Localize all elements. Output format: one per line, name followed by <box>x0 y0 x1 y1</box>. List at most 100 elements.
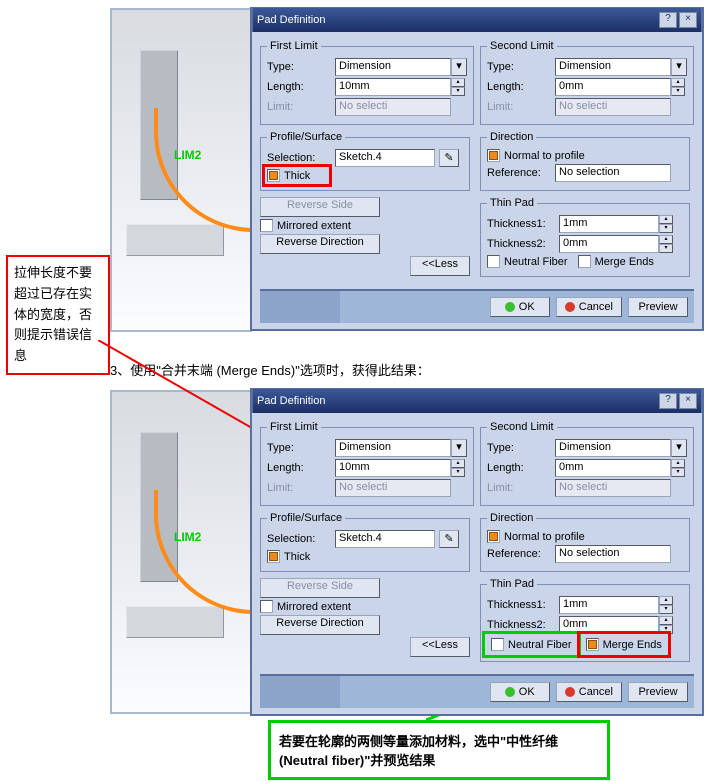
caption-3: 3、使用"合并末端 (Merge Ends)"选项时，获得此结果： <box>110 360 430 379</box>
less-button[interactable]: <<Less <box>410 637 470 657</box>
dialog-footer: OK Cancel Preview <box>260 674 694 708</box>
spin-down-icon[interactable]: ▾ <box>659 244 673 253</box>
thin-pad-group: Thin Pad Thickness1: 1mm▴▾ Thickness2: 0… <box>480 578 690 662</box>
spin-down-icon[interactable]: ▾ <box>659 224 673 233</box>
thick-checkbox[interactable] <box>267 550 280 563</box>
length-field[interactable]: 0mm <box>555 459 671 477</box>
spin-down-icon[interactable]: ▾ <box>451 87 465 96</box>
direction-legend: Direction <box>487 512 536 524</box>
spin-down-icon[interactable]: ▾ <box>671 468 685 477</box>
dialog-footer: OK Cancel Preview <box>260 289 694 323</box>
preview-button[interactable]: Preview <box>628 682 688 702</box>
selection-label: Selection: <box>267 152 335 164</box>
thick-label: Thick <box>284 551 310 563</box>
neutral-fiber-checkbox[interactable] <box>487 255 500 268</box>
type-combo[interactable]: Dimension <box>335 58 451 76</box>
thick-checkbox[interactable] <box>267 169 280 182</box>
solid-horizontal <box>126 606 224 638</box>
viewport-1: LIM2 <box>110 8 252 332</box>
help-icon[interactable]: ? <box>659 393 677 409</box>
spin-up-icon[interactable]: ▴ <box>659 235 673 244</box>
length-field[interactable]: 0mm <box>555 78 671 96</box>
spin-down-icon[interactable]: ▾ <box>671 87 685 96</box>
arc-profile <box>154 108 254 232</box>
thick-label: Thick <box>284 170 310 182</box>
sketch-icon[interactable]: ✎ <box>439 149 459 167</box>
normal-checkbox[interactable] <box>487 530 500 543</box>
reverse-side-button: Reverse Side <box>260 578 380 598</box>
help-icon[interactable]: ? <box>659 12 677 28</box>
spin-up-icon[interactable]: ▴ <box>451 78 465 87</box>
thickness1-field[interactable]: 1mm <box>559 215 659 233</box>
titlebar[interactable]: Pad Definition ? × <box>252 7 702 32</box>
thickness2-field[interactable]: 0mm <box>559 616 659 634</box>
mirrored-checkbox[interactable] <box>260 219 273 232</box>
thickness2-field[interactable]: 0mm <box>559 235 659 253</box>
neutral-fiber-checkbox[interactable] <box>491 638 504 651</box>
profile-group: Profile/Surface Selection: Sketch.4 ✎ Th… <box>260 512 470 572</box>
spin-up-icon[interactable]: ▴ <box>671 78 685 87</box>
spin-up-icon[interactable]: ▴ <box>451 459 465 468</box>
ok-button[interactable]: OK <box>490 682 550 702</box>
limit-field: No selecti <box>555 479 671 497</box>
reference-field[interactable]: No selection <box>555 164 671 182</box>
cancel-button[interactable]: Cancel <box>556 297 622 317</box>
normal-checkbox[interactable] <box>487 149 500 162</box>
close-icon[interactable]: × <box>679 393 697 409</box>
spin-down-icon[interactable]: ▾ <box>659 625 673 634</box>
ok-icon <box>505 302 515 312</box>
length-label: Length: <box>267 462 335 474</box>
spin-up-icon[interactable]: ▴ <box>671 459 685 468</box>
spin-up-icon[interactable]: ▴ <box>659 616 673 625</box>
merge-ends-label: Merge Ends <box>595 256 654 268</box>
reverse-direction-button[interactable]: Reverse Direction <box>260 234 380 254</box>
spin-down-icon[interactable]: ▾ <box>659 605 673 614</box>
limit-field: No selecti <box>335 98 451 116</box>
spin-up-icon[interactable]: ▴ <box>659 596 673 605</box>
thickness2-label: Thickness2: <box>487 619 559 631</box>
less-button[interactable]: <<Less <box>410 256 470 276</box>
length-field[interactable]: 10mm <box>335 78 451 96</box>
sketch-icon[interactable]: ✎ <box>439 530 459 548</box>
close-icon[interactable]: × <box>679 12 697 28</box>
spin-up-icon[interactable]: ▴ <box>659 215 673 224</box>
reverse-side-button: Reverse Side <box>260 197 380 217</box>
type-label: Type: <box>267 61 335 73</box>
limit-label: Limit: <box>267 101 335 113</box>
type-combo[interactable]: Dimension <box>555 58 671 76</box>
reference-field[interactable]: No selection <box>555 545 671 563</box>
mirrored-label: Mirrored extent <box>277 220 351 232</box>
titlebar[interactable]: Pad Definition ? × <box>252 388 702 413</box>
chevron-down-icon[interactable]: ▾ <box>451 439 467 457</box>
pad-definition-dialog-2: Pad Definition ? × First Limit Type: Dim… <box>250 388 704 716</box>
chevron-down-icon[interactable]: ▾ <box>451 58 467 76</box>
profile-legend: Profile/Surface <box>267 512 345 524</box>
type-combo[interactable]: Dimension <box>335 439 451 457</box>
selection-field[interactable]: Sketch.4 <box>335 530 435 548</box>
length-label: Length: <box>267 81 335 93</box>
arc-profile <box>154 490 254 614</box>
type-label: Type: <box>267 442 335 454</box>
mirrored-checkbox[interactable] <box>260 600 273 613</box>
merge-ends-checkbox[interactable] <box>578 255 591 268</box>
cancel-button[interactable]: Cancel <box>556 682 622 702</box>
direction-group: Direction Normal to profile Reference: N… <box>480 131 690 191</box>
spin-down-icon[interactable]: ▾ <box>451 468 465 477</box>
merge-ends-checkbox[interactable] <box>586 638 599 651</box>
length-field[interactable]: 10mm <box>335 459 451 477</box>
thickness1-field[interactable]: 1mm <box>559 596 659 614</box>
chevron-down-icon[interactable]: ▾ <box>671 439 687 457</box>
type-combo[interactable]: Dimension <box>555 439 671 457</box>
thickness1-label: Thickness1: <box>487 599 559 611</box>
reverse-direction-button[interactable]: Reverse Direction <box>260 615 380 635</box>
preview-button[interactable]: Preview <box>628 297 688 317</box>
reference-label: Reference: <box>487 548 555 560</box>
thickness2-label: Thickness2: <box>487 238 559 250</box>
ok-button[interactable]: OK <box>490 297 550 317</box>
selection-field[interactable]: Sketch.4 <box>335 149 435 167</box>
cancel-icon <box>565 302 575 312</box>
limit-label: Limit: <box>267 482 335 494</box>
chevron-down-icon[interactable]: ▾ <box>671 58 687 76</box>
limit-field: No selecti <box>555 98 671 116</box>
cancel-icon <box>565 687 575 697</box>
